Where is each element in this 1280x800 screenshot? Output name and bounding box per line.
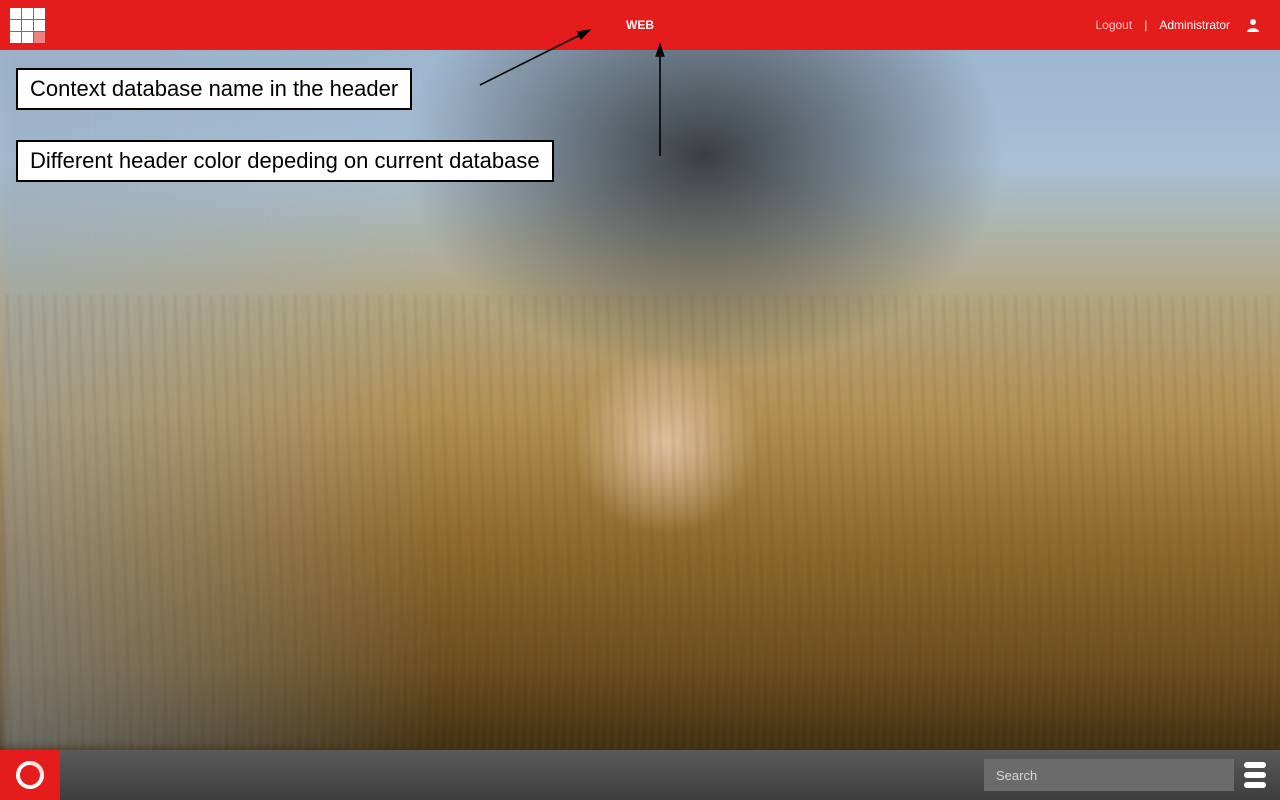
background-grass-overlay xyxy=(0,295,1280,750)
app-launcher-grid-icon[interactable] xyxy=(10,8,45,43)
footer-right xyxy=(984,759,1280,791)
database-selector-icon[interactable] xyxy=(1244,762,1266,788)
sitecore-swirl-icon xyxy=(15,760,45,790)
current-user-link[interactable]: Administrator xyxy=(1159,18,1230,32)
logout-link[interactable]: Logout xyxy=(1095,18,1132,32)
annotation-header-color: Different header color depeding on curre… xyxy=(16,140,554,182)
context-database-name: WEB xyxy=(626,18,654,32)
annotation-db-name: Context database name in the header xyxy=(16,68,412,110)
sitecore-logo-button[interactable] xyxy=(0,750,60,800)
header-separator: | xyxy=(1144,18,1147,32)
app-footer xyxy=(0,750,1280,800)
header-right: Logout | Administrator xyxy=(1095,18,1280,32)
app-header: WEB Logout | Administrator xyxy=(0,0,1280,50)
search-input[interactable] xyxy=(984,759,1234,791)
user-icon[interactable] xyxy=(1246,18,1260,32)
header-center: WEB xyxy=(626,0,654,50)
